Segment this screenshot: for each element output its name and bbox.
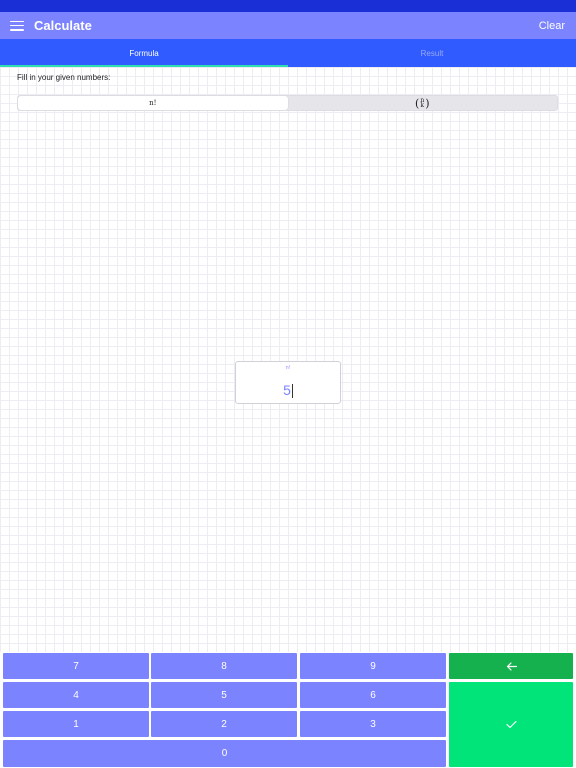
checkmark-icon	[505, 720, 517, 729]
key-3[interactable]: 3	[300, 711, 446, 737]
key-5[interactable]: 5	[151, 682, 297, 708]
tab-bar: Formula Result	[0, 39, 576, 67]
numeric-keypad: 7 8 9 4 5 6 1 2 3 0	[0, 652, 576, 768]
n-input-field[interactable]: n! 5	[235, 361, 341, 404]
input-value-container: 5	[236, 382, 340, 399]
clear-button[interactable]: Clear	[539, 20, 565, 32]
segment-factorial[interactable]: n!	[18, 96, 288, 110]
binomial-coefficient-icon: ( n k )	[415, 96, 430, 110]
key-7[interactable]: 7	[3, 653, 149, 679]
arrow-left-icon	[506, 661, 517, 671]
formula-selector: n! ( n k )	[17, 95, 558, 111]
key-0[interactable]: 0	[3, 740, 446, 767]
text-caret	[291, 384, 293, 399]
app-bar: Calculate Clear	[0, 12, 576, 39]
instructions-text: Fill in your given numbers:	[17, 73, 111, 82]
key-9[interactable]: 9	[300, 653, 446, 679]
segment-binomial[interactable]: ( n k )	[288, 96, 558, 110]
status-bar	[0, 0, 576, 12]
key-1[interactable]: 1	[3, 711, 149, 737]
tab-formula[interactable]: Formula	[0, 39, 288, 67]
binomial-bottom: k	[420, 102, 425, 109]
backspace-button[interactable]	[449, 653, 573, 679]
input-label: n!	[285, 365, 291, 371]
app-title: Calculate	[34, 18, 92, 33]
key-8[interactable]: 8	[151, 653, 297, 679]
tab-result[interactable]: Result	[288, 39, 576, 67]
key-4[interactable]: 4	[3, 682, 149, 708]
formula-panel: Fill in your given numbers: n! ( n k ) n…	[0, 67, 576, 652]
hamburger-menu-icon[interactable]	[10, 20, 24, 31]
key-6[interactable]: 6	[300, 682, 446, 708]
key-2[interactable]: 2	[151, 711, 297, 737]
confirm-button[interactable]	[449, 682, 573, 767]
input-value: 5	[283, 382, 291, 398]
